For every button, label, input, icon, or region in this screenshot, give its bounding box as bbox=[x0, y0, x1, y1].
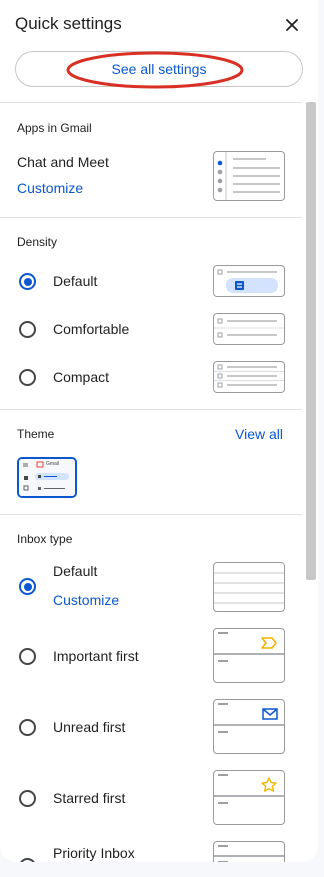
inbox-unread-first-thumbnail bbox=[213, 699, 285, 754]
gmail-logo: Gmail bbox=[46, 461, 60, 467]
section-label-density: Density bbox=[17, 235, 58, 249]
inbox-default-radio[interactable] bbox=[19, 578, 36, 595]
density-compact-radio[interactable] bbox=[19, 369, 36, 386]
theme-thumbnail[interactable]: Gmail bbox=[17, 457, 77, 498]
section-label-theme: Theme bbox=[17, 427, 55, 441]
scrollbar-thumb[interactable] bbox=[306, 102, 316, 580]
quick-settings-header: Quick settings bbox=[0, 0, 318, 50]
inbox-starred-first-radio[interactable] bbox=[19, 790, 36, 807]
star-icon bbox=[261, 777, 277, 792]
density-default-radio[interactable] bbox=[19, 273, 36, 290]
inbox-priority-radio[interactable] bbox=[19, 858, 36, 862]
quick-settings-panel: Quick settings See all settings Apps in … bbox=[0, 0, 318, 862]
divider bbox=[0, 409, 302, 410]
inbox-important-first-thumbnail bbox=[213, 628, 285, 683]
inbox-unread-first-radio[interactable] bbox=[19, 719, 36, 736]
important-marker-icon bbox=[261, 637, 277, 649]
chat-and-meet-label: Chat and Meet bbox=[17, 154, 109, 170]
divider bbox=[0, 514, 302, 515]
inbox-priority-label: Priority Inbox bbox=[53, 845, 135, 861]
chat-meet-thumbnail bbox=[213, 151, 285, 201]
divider bbox=[0, 217, 302, 218]
density-comfortable-radio[interactable] bbox=[19, 321, 36, 338]
density-comfortable-label: Comfortable bbox=[53, 321, 130, 337]
inbox-important-first-label: Important first bbox=[53, 648, 139, 664]
section-label-apps: Apps in Gmail bbox=[17, 121, 92, 135]
section-label-inbox-type: Inbox type bbox=[17, 532, 73, 546]
close-button[interactable] bbox=[281, 14, 303, 36]
inbox-priority-thumbnail bbox=[213, 841, 285, 862]
inbox-starred-first-label: Starred first bbox=[53, 790, 126, 806]
theme-view-all-link[interactable]: View all bbox=[235, 426, 283, 442]
density-compact-label: Compact bbox=[53, 369, 110, 385]
inbox-unread-first-label: Unread first bbox=[53, 719, 126, 735]
inbox-customize-link[interactable]: Customize bbox=[53, 592, 119, 608]
inbox-default-label: Default bbox=[53, 563, 98, 579]
inbox-starred-first-thumbnail bbox=[213, 770, 285, 825]
divider bbox=[0, 102, 302, 103]
close-icon bbox=[286, 19, 298, 31]
density-compact-thumbnail bbox=[213, 361, 285, 393]
density-default-label: Default bbox=[53, 273, 98, 289]
inbox-default-thumbnail bbox=[213, 562, 285, 612]
inbox-important-first-radio[interactable] bbox=[19, 648, 36, 665]
apps-customize-link[interactable]: Customize bbox=[17, 180, 83, 196]
envelope-icon bbox=[262, 708, 278, 720]
panel-title: Quick settings bbox=[15, 14, 122, 33]
density-default-thumbnail bbox=[213, 265, 285, 297]
see-all-settings-button[interactable]: See all settings bbox=[15, 51, 303, 87]
density-comfortable-thumbnail bbox=[213, 313, 285, 345]
